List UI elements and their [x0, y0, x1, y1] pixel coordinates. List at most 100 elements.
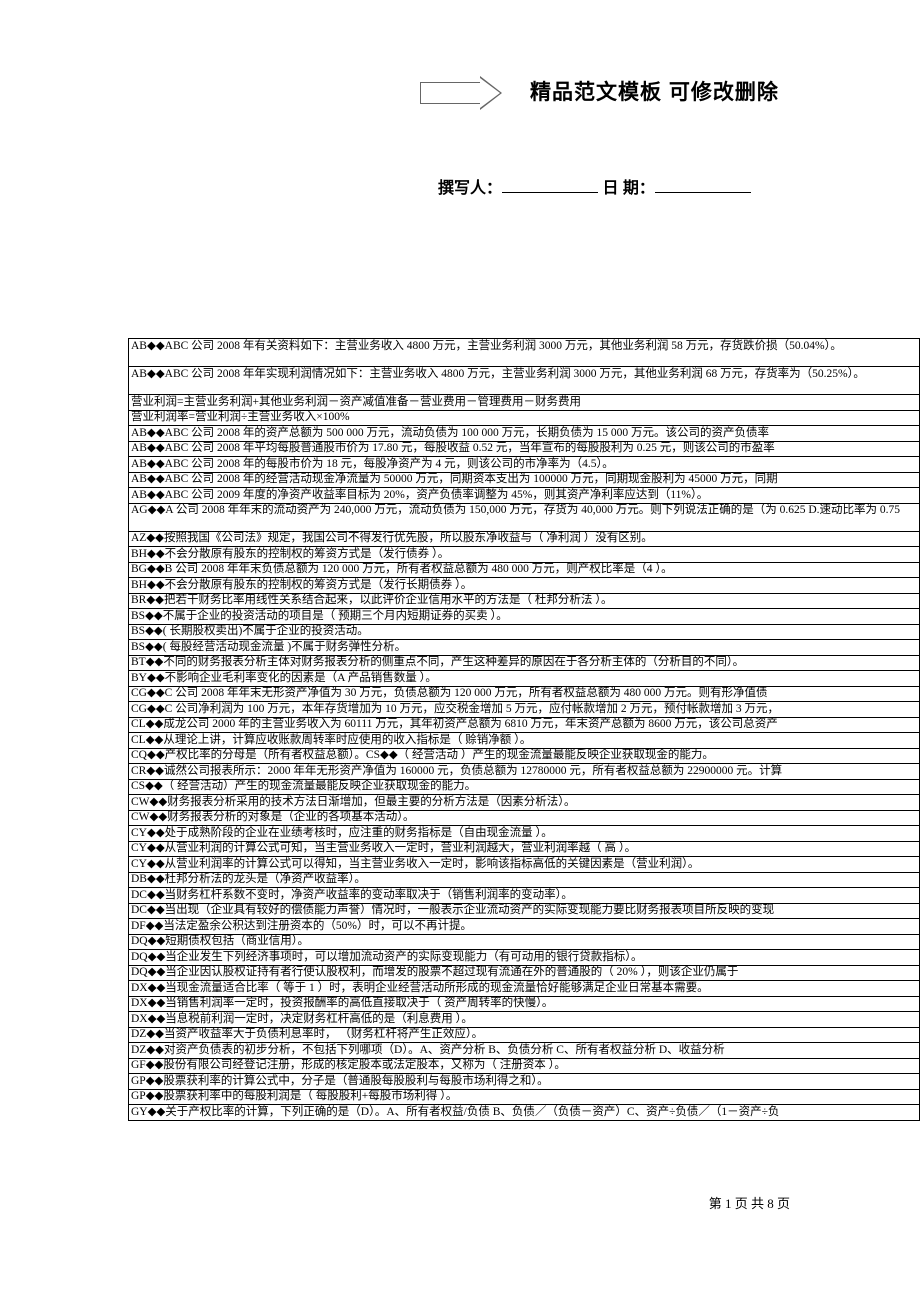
table-row: AB◆◆ABC 公司 2008 年平均每股普通股市价为 17.80 元，每股收益… [129, 441, 920, 457]
table-cell: DX◆◆当现金流量适合比率（ 等于 1 ）时，表明企业经营活动所形成的现金流量恰… [129, 981, 920, 997]
document-title: 精品范文模板 可修改删除 [530, 76, 779, 106]
page-footer: 第 1 页 共 8 页 [709, 1193, 790, 1212]
table-row: DZ◆◆当资产收益率大于负债利息率时， （财务杠杆将产生正效应）。 [129, 1027, 920, 1043]
table-row: DF◆◆当法定盈余公积达到注册资本的（50%）时，可以不再计提。 [129, 919, 920, 935]
table-row: AZ◆◆按照我国《公司法》规定，我国公司不得发行优先股，所以股东净收益与（ 净利… [129, 531, 920, 547]
table-cell: CQ◆◆产权比率的分母是（所有者权益总额）。CS◆◆（ 经营活动 ）产生的现金流… [129, 748, 920, 764]
header-arrow-decoration [420, 76, 502, 110]
table-cell: AB◆◆ABC 公司 2008 年的资产总额为 500 000 万元，流动负债为… [129, 426, 920, 442]
table-row: AB◆◆ABC 公司 2008 年的每股市价为 18 元，每股净资产为 4 元，… [129, 457, 920, 473]
table-row: 营业利润率=营业利润÷主营业务收入×100% [129, 410, 920, 426]
table-cell: BY◆◆不影响企业毛利率变化的因素是（A 产品销售数量 ）。 [129, 671, 920, 687]
table-row: DC◆◆当财务杠杆系数不变时，净资产收益率的变动率取决于（销售利润率的变动率）。 [129, 888, 920, 904]
table-row: GP◆◆股票获利率中的每股利润是（ 每股股利+每股市场利得 ）。 [129, 1089, 920, 1105]
table-cell: AG◆◆A 公司 2008 年年末的流动资产为 240,000 万元，流动负债为… [129, 503, 920, 531]
author-label: 撰写人： [438, 180, 502, 197]
table-row: BH◆◆不会分散原有股东的控制权的筹资方式是（发行债券 ）。 [129, 547, 920, 563]
table-row: DQ◆◆当企业因认股权证持有者行使认股权利，而增发的股票不超过现有流通在外的普通… [129, 965, 920, 981]
table-cell: BG◆◆B 公司 2008 年年末负债总额为 120 000 万元，所有者权益总… [129, 562, 920, 578]
arrow-head [480, 76, 502, 110]
table-row: DQ◆◆短期债权包括（商业信用）。 [129, 934, 920, 950]
table-cell: AZ◆◆按照我国《公司法》规定，我国公司不得发行优先股，所以股东净收益与（ 净利… [129, 531, 920, 547]
table-cell: DC◆◆当出现（企业具有较好的偿债能力声誉）情况时，一般表示企业流动资产的实际变… [129, 903, 920, 919]
table-row: CL◆◆从理论上讲，计算应收账款周转率时应使用的收入指标是（ 赊销净额 ）。 [129, 733, 920, 749]
table-row: BY◆◆不影响企业毛利率变化的因素是（A 产品销售数量 ）。 [129, 671, 920, 687]
table-row: CG◆◆C 公司 2008 年年末无形资产净值为 30 万元，负债总额为 120… [129, 686, 920, 702]
table-row: AB◆◆ABC 公司 2008 年年实现利润情况如下：主营业务收入 4800 万… [129, 367, 920, 395]
table-cell: CW◆◆财务报表分析采用的技术方法日渐增加，但最主要的分析方法是（因素分析法）。 [129, 795, 920, 811]
table-row: AB◆◆ABC 公司 2009 年度的净资产收益率目标为 20%，资产负债率调整… [129, 488, 920, 504]
table-row: CL◆◆成龙公司 2000 年的主营业务收入为 60111 万元，其年初资产总额… [129, 717, 920, 733]
table-row: CY◆◆从营业利润的计算公式可知，当主营业务收入一定时，营业利润越大，营业利润率… [129, 841, 920, 857]
table-row: CG◆◆C 公司净利润为 100 万元，本年存货增加为 10 万元，应交税金增加… [129, 702, 920, 718]
table-row: GF◆◆股份有限公司经登记注册，形成的核定股本或法定股本，又称为（ 注册资本 ）… [129, 1058, 920, 1074]
table-row: GP◆◆股票获利率的计算公式中，分子是（普通股每股股利与每股市场利得之和）。 [129, 1074, 920, 1090]
table-cell: DQ◆◆当企业发生下列经济事项时，可以增加流动资产的实际变现能力（有可动用的银行… [129, 950, 920, 966]
table-cell: CY◆◆处于成熟阶段的企业在业绩考核时，应注重的财务指标是（自由现金流量 ）。 [129, 826, 920, 842]
table-cell: DZ◆◆对资产负债表的初步分析，不包括下列哪项（D）。A、资产分析 B、负债分析… [129, 1043, 920, 1059]
table-cell: GP◆◆股票获利率的计算公式中，分子是（普通股每股股利与每股市场利得之和）。 [129, 1074, 920, 1090]
table-row: BT◆◆不同的财务报表分析主体对财务报表分析的侧重点不同，产生这种差异的原因在于… [129, 655, 920, 671]
table-cell: 营业利润率=营业利润÷主营业务收入×100% [129, 410, 920, 426]
table-cell: DC◆◆当财务杠杆系数不变时，净资产收益率的变动率取决于（销售利润率的变动率）。 [129, 888, 920, 904]
table-row: CY◆◆从营业利润率的计算公式可以得知，当主营业务收入一定时，影响该指标高低的关… [129, 857, 920, 873]
table-cell: GF◆◆股份有限公司经登记注册，形成的核定股本或法定股本，又称为（ 注册资本 ）… [129, 1058, 920, 1074]
table-cell: 营业利润=主营业务利润+其他业务利润－资产减值准备－营业费用－管理费用－财务费用 [129, 395, 920, 411]
table-row: AG◆◆A 公司 2008 年年末的流动资产为 240,000 万元，流动负债为… [129, 503, 920, 531]
table-row: CS◆◆（ 经营活动）产生的现金流量最能反映企业获取现金的能力。 [129, 779, 920, 795]
table-row: CW◆◆财务报表分析的对象是（企业的各项基本活动）。 [129, 810, 920, 826]
table-cell: CY◆◆从营业利润率的计算公式可以得知，当主营业务收入一定时，影响该指标高低的关… [129, 857, 920, 873]
table-cell: CG◆◆C 公司净利润为 100 万元，本年存货增加为 10 万元，应交税金增加… [129, 702, 920, 718]
table-cell: BS◆◆不属于企业的投资活动的项目是（ 预期三个月内短期证券的买卖 ）。 [129, 609, 920, 625]
table-cell: DQ◆◆短期债权包括（商业信用）。 [129, 934, 920, 950]
table-cell: BR◆◆把若干财务比率用线性关系结合起来，以此评价企业信用水平的方法是（ 杜邦分… [129, 593, 920, 609]
table-cell: DX◆◆当销售利润率一定时，投资报酬率的高低直接取决于（ 资产周转率的快慢）。 [129, 996, 920, 1012]
table-row: DX◆◆当销售利润率一定时，投资报酬率的高低直接取决于（ 资产周转率的快慢）。 [129, 996, 920, 1012]
table-row: DX◆◆当息税前利润一定时，决定财务杠杆高低的是（利息费用 ）。 [129, 1012, 920, 1028]
table-row: AB◆◆ABC 公司 2008 年的经营活动现金净流量为 50000 万元，同期… [129, 472, 920, 488]
table-row: BS◆◆( 长期股权卖出)不属于企业的投资活动。 [129, 624, 920, 640]
table-row: AB◆◆ABC 公司 2008 年的资产总额为 500 000 万元，流动负债为… [129, 426, 920, 442]
table-cell: AB◆◆ABC 公司 2008 年的每股市价为 18 元，每股净资产为 4 元，… [129, 457, 920, 473]
table-cell: CW◆◆财务报表分析的对象是（企业的各项基本活动）。 [129, 810, 920, 826]
table-row: CR◆◆诚然公司报表所示：2000 年年无形资产净值为 160000 元，负债总… [129, 764, 920, 780]
table-cell: CL◆◆从理论上讲，计算应收账款周转率时应使用的收入指标是（ 赊销净额 ）。 [129, 733, 920, 749]
table-row: BG◆◆B 公司 2008 年年末负债总额为 120 000 万元，所有者权益总… [129, 562, 920, 578]
table-cell: DZ◆◆当资产收益率大于负债利息率时， （财务杠杆将产生正效应）。 [129, 1027, 920, 1043]
table-cell: CL◆◆成龙公司 2000 年的主营业务收入为 60111 万元，其年初资产总额… [129, 717, 920, 733]
table-row: BH◆◆不会分散原有股东的控制权的筹资方式是（发行长期债券 ）。 [129, 578, 920, 594]
table-row: BR◆◆把若干财务比率用线性关系结合起来，以此评价企业信用水平的方法是（ 杜邦分… [129, 593, 920, 609]
table-row: GY◆◆关于产权比率的计算，下列正确的是（D）。A、所有者权益/负债 B、负债／… [129, 1105, 920, 1121]
table-cell: BS◆◆( 每股经营活动现金流量 )不属于财务弹性分析。 [129, 640, 920, 656]
table-cell: AB◆◆ABC 公司 2008 年的经营活动现金净流量为 50000 万元，同期… [129, 472, 920, 488]
table-row: DQ◆◆当企业发生下列经济事项时，可以增加流动资产的实际变现能力（有可动用的银行… [129, 950, 920, 966]
table-cell: DQ◆◆当企业因认股权证持有者行使认股权利，而增发的股票不超过现有流通在外的普通… [129, 965, 920, 981]
table-row: DC◆◆当出现（企业具有较好的偿债能力声誉）情况时，一般表示企业流动资产的实际变… [129, 903, 920, 919]
table-row: DX◆◆当现金流量适合比率（ 等于 1 ）时，表明企业经营活动所形成的现金流量恰… [129, 981, 920, 997]
table-cell: BH◆◆不会分散原有股东的控制权的筹资方式是（发行债券 ）。 [129, 547, 920, 563]
table-cell: GP◆◆股票获利率中的每股利润是（ 每股股利+每股市场利得 ）。 [129, 1089, 920, 1105]
author-date-line: 撰写人： 日 期： [438, 174, 751, 198]
table-row: CW◆◆财务报表分析采用的技术方法日渐增加，但最主要的分析方法是（因素分析法）。 [129, 795, 920, 811]
table-row: 营业利润=主营业务利润+其他业务利润－资产减值准备－营业费用－管理费用－财务费用 [129, 395, 920, 411]
table-row: DB◆◆杜邦分析法的龙头是（净资产收益率）。 [129, 872, 920, 888]
author-blank [502, 179, 598, 193]
table-row: BS◆◆不属于企业的投资活动的项目是（ 预期三个月内短期证券的买卖 ）。 [129, 609, 920, 625]
table-cell: BH◆◆不会分散原有股东的控制权的筹资方式是（发行长期债券 ）。 [129, 578, 920, 594]
table-row: CQ◆◆产权比率的分母是（所有者权益总额）。CS◆◆（ 经营活动 ）产生的现金流… [129, 748, 920, 764]
date-blank [655, 179, 751, 193]
table-cell: BT◆◆不同的财务报表分析主体对财务报表分析的侧重点不同，产生这种差异的原因在于… [129, 655, 920, 671]
table-row: DZ◆◆对资产负债表的初步分析，不包括下列哪项（D）。A、资产分析 B、负债分析… [129, 1043, 920, 1059]
table-cell: AB◆◆ABC 公司 2008 年平均每股普通股市价为 17.80 元，每股收益… [129, 441, 920, 457]
table-cell: AB◆◆ABC 公司 2008 年年实现利润情况如下：主营业务收入 4800 万… [129, 367, 920, 395]
table-cell: AB◆◆ABC 公司 2008 年有关资料如下：主营业务收入 4800 万元，主… [129, 339, 920, 367]
table-cell: CY◆◆从营业利润的计算公式可知，当主营业务收入一定时，营业利润越大，营业利润率… [129, 841, 920, 857]
table-cell: CS◆◆（ 经营活动）产生的现金流量最能反映企业获取现金的能力。 [129, 779, 920, 795]
table-row: AB◆◆ABC 公司 2008 年有关资料如下：主营业务收入 4800 万元，主… [129, 339, 920, 367]
table-cell: DF◆◆当法定盈余公积达到注册资本的（50%）时，可以不再计提。 [129, 919, 920, 935]
table-cell: DX◆◆当息税前利润一定时，决定财务杠杆高低的是（利息费用 ）。 [129, 1012, 920, 1028]
table-cell: CR◆◆诚然公司报表所示：2000 年年无形资产净值为 160000 元，负债总… [129, 764, 920, 780]
table-row: CY◆◆处于成熟阶段的企业在业绩考核时，应注重的财务指标是（自由现金流量 ）。 [129, 826, 920, 842]
arrow-body [420, 82, 480, 104]
table-cell: GY◆◆关于产权比率的计算，下列正确的是（D）。A、所有者权益/负债 B、负债／… [129, 1105, 920, 1121]
